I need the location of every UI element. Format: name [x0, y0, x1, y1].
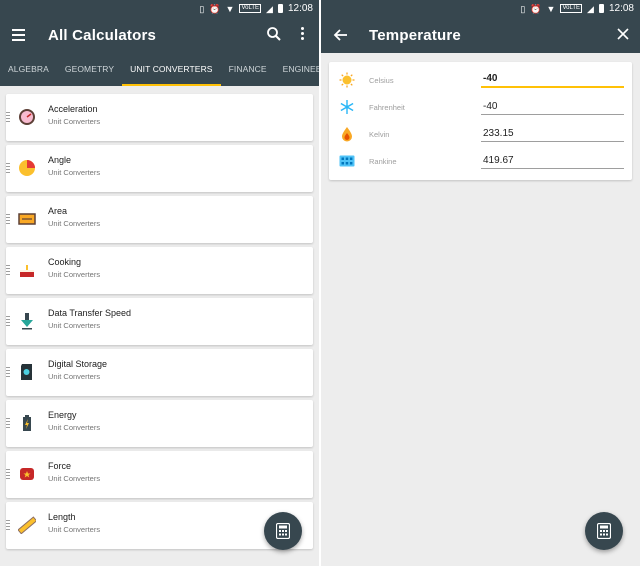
tab-finance[interactable]: FINANCE — [221, 52, 275, 86]
item-title: Energy — [48, 410, 77, 420]
kelvin-input[interactable] — [481, 125, 624, 142]
list-item-digital-storage[interactable]: Digital Storage Unit Converters — [6, 349, 313, 396]
ruler-icon — [17, 516, 38, 535]
pie-angle-icon — [18, 159, 36, 177]
drag-handle-icon[interactable] — [6, 469, 10, 480]
more-options-icon[interactable] — [299, 27, 305, 41]
item-subtitle: Unit Converters — [48, 372, 101, 381]
item-title: Digital Storage — [48, 359, 108, 369]
list-item-energy[interactable]: Energy Unit Converters — [6, 400, 313, 447]
grid-icon — [339, 153, 355, 169]
item-subtitle: Unit Converters — [48, 423, 101, 432]
unit-label: Fahrenheit — [369, 103, 405, 112]
item-title: Data Transfer Speed — [48, 308, 132, 318]
signal-icon: ◢ — [266, 3, 273, 14]
drag-handle-icon[interactable] — [6, 214, 10, 225]
sd-card-icon — [18, 363, 36, 381]
alarm-icon: ⏰ — [209, 3, 221, 14]
tab-engineering[interactable]: ENGINEERING — [275, 52, 319, 86]
download-icon — [18, 312, 36, 330]
item-title: Angle — [48, 155, 72, 165]
drag-handle-icon[interactable] — [6, 112, 10, 123]
snowflake-icon — [339, 99, 355, 115]
temperature-card: Celsius Fahrenheit Kelvin Rankine — [329, 62, 632, 180]
vibrate-icon: ▯ — [520, 3, 526, 14]
menu-icon[interactable] — [12, 29, 25, 44]
battery-icon — [277, 4, 283, 13]
rankine-input[interactable] — [481, 152, 624, 169]
status-time: 12:08 — [608, 3, 634, 14]
row-kelvin: Kelvin — [329, 121, 632, 148]
fist-icon — [18, 465, 36, 483]
signal-icon: ◢ — [587, 3, 594, 14]
cake-icon — [18, 261, 36, 279]
calculator-fab-button[interactable] — [264, 512, 302, 550]
item-subtitle: Unit Converters — [48, 321, 101, 330]
status-bar: ▯ ⏰ ▼ VoLTE ◢ 12:08 — [321, 0, 640, 17]
area-icon — [18, 210, 36, 228]
status-bar: ▯ ⏰ ▼ VoLTE ◢ 12:08 — [0, 0, 319, 17]
close-icon[interactable] — [616, 27, 630, 41]
item-subtitle: Unit Converters — [48, 270, 101, 279]
tab-geometry[interactable]: GEOMETRY — [57, 52, 122, 86]
temperature-screen: ▯ ⏰ ▼ VoLTE ◢ 12:08 Temperature Celsius … — [321, 0, 640, 566]
page-title: Temperature — [369, 27, 461, 44]
list-item-area[interactable]: Area Unit Converters — [6, 196, 313, 243]
tab-algebra[interactable]: ALGEBRA — [0, 52, 57, 86]
calculator-icon — [597, 523, 611, 539]
battery-icon — [18, 414, 36, 432]
list-item-acceleration[interactable]: Acceleration Unit Converters — [6, 94, 313, 141]
search-icon[interactable] — [266, 26, 282, 42]
flame-icon — [339, 126, 355, 142]
unit-label: Kelvin — [369, 130, 390, 139]
item-title: Length — [48, 512, 76, 522]
drag-handle-icon[interactable] — [6, 367, 10, 378]
celsius-input[interactable] — [481, 71, 624, 88]
item-title: Force — [48, 461, 72, 471]
category-tabs: ALGEBRA GEOMETRY UNIT CONVERTERS FINANCE… — [0, 52, 319, 86]
list-item-data-transfer-speed[interactable]: Data Transfer Speed Unit Converters — [6, 298, 313, 345]
battery-icon — [598, 4, 604, 13]
network-label: VoLTE — [239, 4, 262, 13]
item-subtitle: Unit Converters — [48, 525, 101, 534]
tab-unit-converters[interactable]: UNIT CONVERTERS — [122, 52, 222, 86]
item-title: Acceleration — [48, 104, 98, 114]
row-fahrenheit: Fahrenheit — [329, 94, 632, 121]
speedometer-icon — [18, 108, 36, 126]
calculator-fab-button[interactable] — [585, 512, 623, 550]
unit-label: Rankine — [369, 157, 397, 166]
calculator-icon — [276, 523, 290, 539]
drag-handle-icon[interactable] — [6, 265, 10, 276]
page-title: All Calculators — [48, 27, 157, 44]
drag-handle-icon[interactable] — [6, 163, 10, 174]
converter-list: Acceleration Unit Converters Angle Unit … — [6, 94, 313, 553]
list-item-cooking[interactable]: Cooking Unit Converters — [6, 247, 313, 294]
fahrenheit-input[interactable] — [481, 98, 624, 115]
network-label: VoLTE — [560, 4, 583, 13]
sun-icon — [339, 72, 355, 88]
drag-handle-icon[interactable] — [6, 520, 10, 531]
alarm-icon: ⏰ — [530, 3, 542, 14]
drag-handle-icon[interactable] — [6, 316, 10, 327]
item-subtitle: Unit Converters — [48, 168, 101, 177]
wifi-icon: ▼ — [225, 3, 235, 14]
list-item-force[interactable]: Force Unit Converters — [6, 451, 313, 498]
drag-handle-icon[interactable] — [6, 418, 10, 429]
item-title: Area — [48, 206, 68, 216]
list-item-angle[interactable]: Angle Unit Converters — [6, 145, 313, 192]
item-subtitle: Unit Converters — [48, 117, 101, 126]
wifi-icon: ▼ — [546, 3, 556, 14]
row-rankine: Rankine — [329, 148, 632, 175]
vibrate-icon: ▯ — [199, 3, 205, 14]
unit-label: Celsius — [369, 76, 394, 85]
item-title: Cooking — [48, 257, 82, 267]
status-time: 12:08 — [287, 3, 313, 14]
back-arrow-icon[interactable] — [333, 27, 349, 43]
item-subtitle: Unit Converters — [48, 474, 101, 483]
app-bar: All Calculators ALGEBRA GEOMETRY UNIT CO… — [0, 17, 319, 86]
all-calculators-screen: ▯ ⏰ ▼ VoLTE ◢ 12:08 All Calculators ALGE… — [0, 0, 319, 566]
item-subtitle: Unit Converters — [48, 219, 101, 228]
row-celsius: Celsius — [329, 67, 632, 94]
app-bar: Temperature — [321, 17, 640, 53]
